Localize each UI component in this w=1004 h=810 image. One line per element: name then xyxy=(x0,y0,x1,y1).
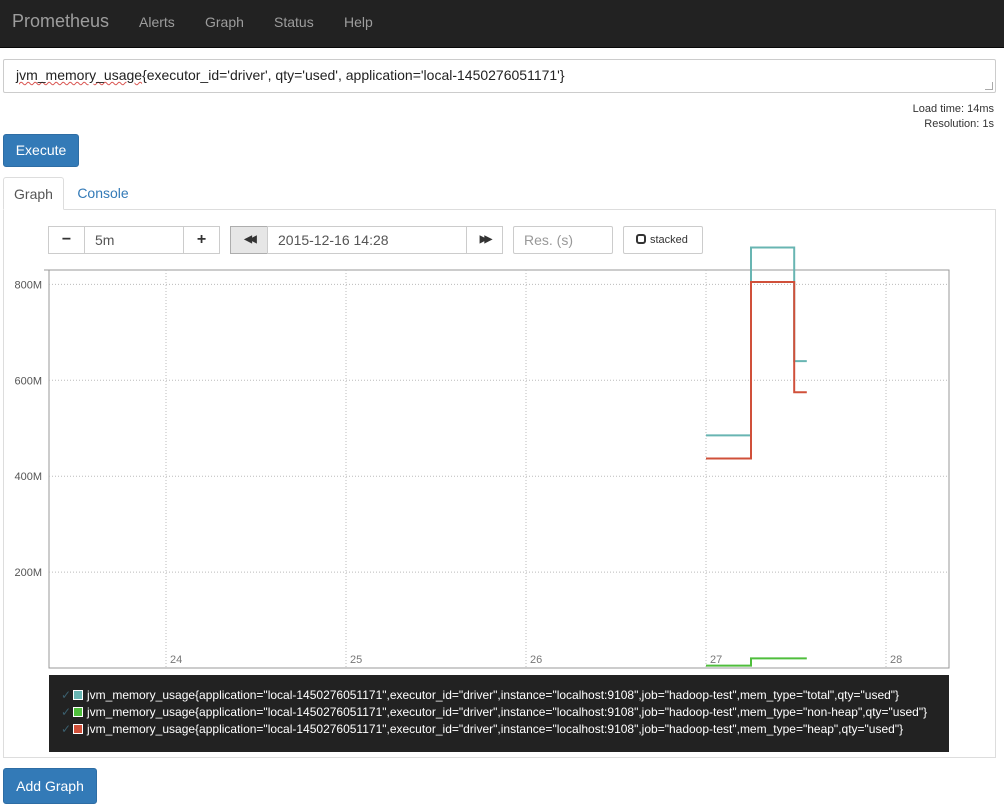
add-graph-button[interactable]: Add Graph xyxy=(3,768,97,804)
check-icon: ✓ xyxy=(61,722,72,736)
x-tick-label: 27 xyxy=(710,654,722,666)
legend-row[interactable]: ✓ jvm_memory_usage{application="local-145… xyxy=(61,704,949,721)
y-tick-label: 400M xyxy=(14,471,42,483)
plot-area xyxy=(48,269,950,669)
legend-row[interactable]: ✓ jvm_memory_usage{application="local-145… xyxy=(61,687,949,704)
legend-label: jvm_memory_usage{application="local-1450… xyxy=(87,688,900,702)
y-tick-label: 800M xyxy=(14,279,42,291)
graph-legend: ✓ jvm_memory_usage{application="local-145… xyxy=(49,675,949,752)
legend-row[interactable]: ✓ jvm_memory_usage{application="local-145… xyxy=(61,721,949,738)
check-icon: ✓ xyxy=(61,705,72,719)
x-tick-label: 28 xyxy=(890,654,902,666)
legend-swatch xyxy=(73,707,83,717)
x-tick-label: 26 xyxy=(530,654,542,666)
legend-label: jvm_memory_usage{application="local-1450… xyxy=(87,722,904,736)
y-tick-label: 200M xyxy=(14,567,42,579)
x-tick-label: 25 xyxy=(350,654,362,666)
x-tick-label: 24 xyxy=(170,654,182,666)
check-icon: ✓ xyxy=(61,688,72,702)
y-tick-label: 600M xyxy=(14,375,42,387)
legend-swatch xyxy=(73,690,83,700)
legend-label: jvm_memory_usage{application="local-1450… xyxy=(87,705,928,719)
legend-swatch xyxy=(73,724,83,734)
